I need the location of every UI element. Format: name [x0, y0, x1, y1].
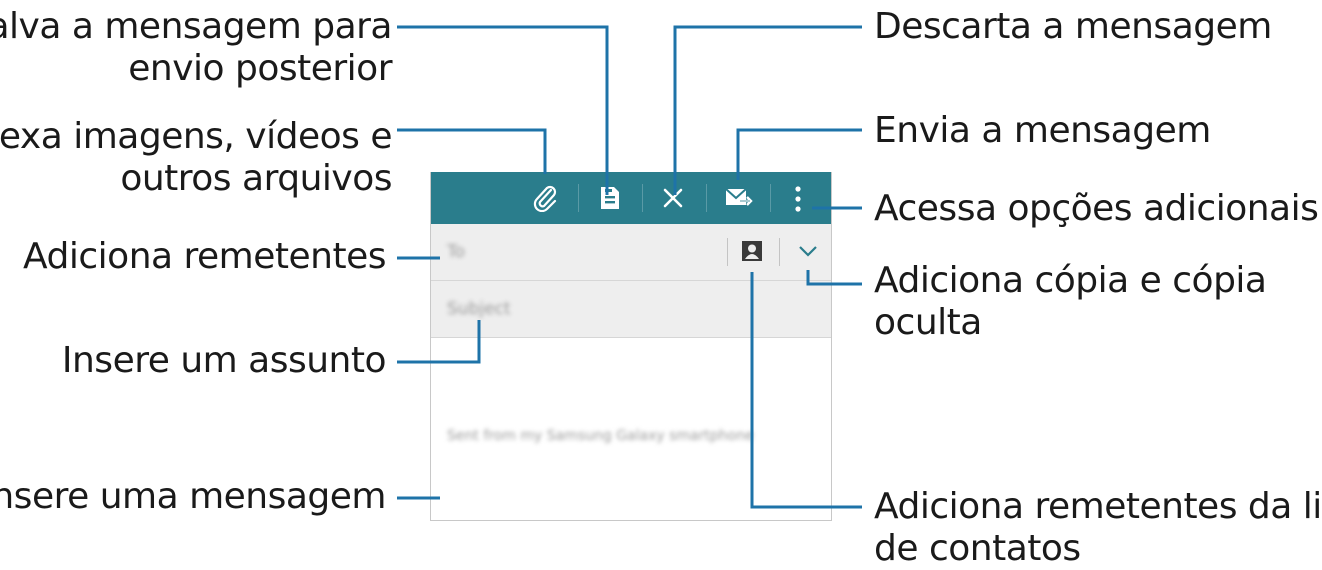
- callout-line-contacts: [750, 272, 862, 509]
- callout-line-save: [397, 25, 609, 195]
- callout-lines: [397, 25, 862, 509]
- callout-line-attach: [397, 128, 547, 174]
- callout-line-discard: [673, 25, 862, 195]
- callout-line-subject: [397, 320, 481, 364]
- callout-line-cc-bcc: [806, 270, 862, 286]
- callout-line-send: [736, 128, 862, 180]
